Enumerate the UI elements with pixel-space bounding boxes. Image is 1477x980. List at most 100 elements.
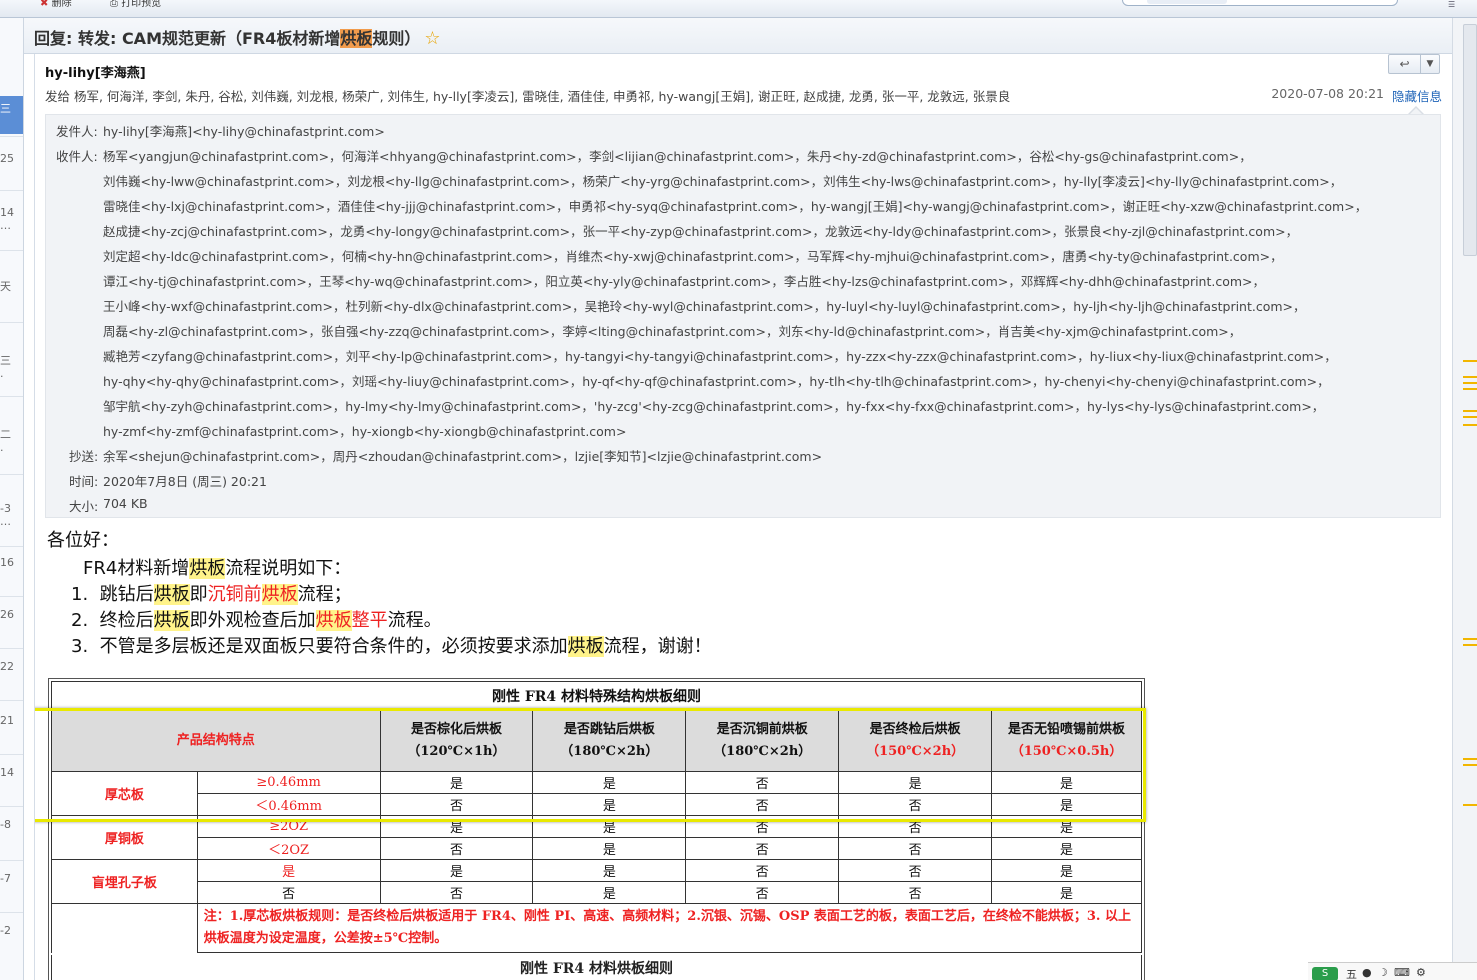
list-item[interactable]: -2: [0, 924, 23, 937]
list-item[interactable]: 三: [0, 96, 23, 134]
search-highlight: 烘板: [315, 610, 352, 631]
chevron-down-icon[interactable]: ▼: [1421, 55, 1439, 73]
from-value[interactable]: hy-lihy[李海燕]<hy-lihy@chinafastprint.com>: [103, 121, 385, 140]
message-list: 三 25 14… 天 三. 二. -3… 16 26 22 21 14 -8 -…: [0, 18, 24, 980]
to-line[interactable]: 周磊<hy-zl@chinafastprint.com>，张自强<hy-zzq@…: [103, 321, 1241, 340]
list-divider: [0, 190, 23, 191]
spec-cell: 是: [196, 859, 381, 882]
to-line[interactable]: 王小峰<hy-wxf@chinafastprint.com>，杜列新<hy-dl…: [103, 296, 1306, 315]
list-item[interactable]: -8: [0, 818, 23, 831]
to-line[interactable]: 赵成捷<hy-zcj@chinafastprint.com>，龙勇<hy-lon…: [103, 221, 1298, 240]
to-line[interactable]: hy-zmf<hy-zmf@chinafastprint.com>，hy-xio…: [103, 421, 626, 440]
time-value: 2020年7月8日 (周三) 20:21: [103, 474, 267, 489]
list-divider: [0, 700, 23, 701]
time-label: 时间:: [69, 474, 99, 489]
to-label: 收件人:: [56, 149, 98, 164]
table-cell: 否: [685, 815, 840, 838]
list-item[interactable]: 三.: [0, 354, 23, 380]
to-line[interactable]: hy-qhy<hy-qhy@chinafastprint.com>，刘瑶<hy-…: [103, 371, 1330, 390]
search-hit-marker: [1463, 638, 1477, 640]
list-item[interactable]: 25: [0, 152, 23, 165]
ime-logo-icon[interactable]: S: [1312, 967, 1338, 980]
to-line[interactable]: 雷晓佳<hy-lxj@chinafastprint.com>，酒佳佳<hy-jj…: [103, 196, 1367, 215]
printer-icon: ⎙: [110, 0, 118, 9]
search-hit-marker: [1463, 388, 1477, 390]
table-cell: 否: [838, 859, 993, 882]
search-input[interactable]: [1122, 0, 1398, 6]
dot-icon[interactable]: ●: [1362, 966, 1372, 979]
table-cell: 是: [838, 771, 993, 794]
bake-rules-table: 刚性 FR4 材料特殊结构烘板细则 产品结构特点 是否棕化后烘板 （120℃×1h…: [51, 681, 1143, 953]
star-icon[interactable]: ☆: [424, 28, 440, 49]
table-cell: 否: [838, 837, 993, 860]
to-line[interactable]: 刘定超<hy-ldc@chinafastprint.com>，何楠<hy-hn@…: [103, 246, 1283, 265]
table-cell: 是: [991, 815, 1142, 838]
subject-bar: 回复: 转发: CAM规范更新（FR4板材新增烘板规则） ☆: [24, 18, 1453, 54]
table-cell: 否: [379, 837, 534, 860]
moon-icon[interactable]: ☽: [1378, 966, 1388, 979]
table-cell: 是: [991, 859, 1142, 882]
list-divider: [0, 474, 23, 475]
list-item[interactable]: 16: [0, 556, 23, 569]
group-label: 厚铜板: [51, 815, 198, 860]
list-divider: [0, 596, 23, 597]
search-hit-marker: [1463, 410, 1477, 412]
group-label: 厚芯板: [51, 771, 198, 816]
table-note: 注：1.厚芯板烘板规则：是否终检后烘板适用于 FR4、刚性 PI、高速、高频材料…: [196, 903, 1143, 953]
list-item[interactable]: 二.: [0, 428, 23, 454]
scroll-thumb[interactable]: [1463, 24, 1477, 256]
gear-icon[interactable]: ⚙: [1416, 966, 1426, 979]
table-cell: 否: [685, 793, 840, 816]
to-line[interactable]: 臧艳芳<zyfang@chinafastprint.com>，刘平<hy-lp@…: [103, 346, 1337, 365]
top-toolbar: ✖ 删除 ⎙ 打印预览 ☰: [0, 0, 1477, 18]
list-divider: [0, 648, 23, 649]
to-line[interactable]: 谭江<hy-tj@chinafastprint.com>，王琴<hy-wq@ch…: [103, 271, 1265, 290]
table-cell: 是: [532, 815, 687, 838]
hide-details-link[interactable]: 隐藏信息: [1392, 86, 1442, 105]
search-hit-marker: [1463, 360, 1477, 362]
menu-icon[interactable]: ☰: [1448, 0, 1472, 9]
list-item[interactable]: 26: [0, 608, 23, 621]
list-item[interactable]: 22: [0, 660, 23, 673]
table-cell: 否: [838, 815, 993, 838]
search-scope-tab[interactable]: [1147, 0, 1227, 4]
list-item[interactable]: 14: [0, 766, 23, 779]
reply-icon[interactable]: ↩: [1389, 55, 1421, 73]
table-cell: 是: [991, 881, 1142, 904]
keyboard-icon[interactable]: ⌨: [1394, 966, 1410, 979]
cc-value[interactable]: 余军<shejun@chinafastprint.com>，周丹<zhoudan…: [103, 446, 822, 465]
table-cell: 否: [685, 771, 840, 794]
note-spacer: [51, 903, 198, 953]
ime-mode[interactable]: 五: [1346, 966, 1357, 980]
list-item[interactable]: -3…: [0, 502, 23, 528]
table-cell: 是: [379, 815, 534, 838]
table-cell: 是: [532, 859, 687, 882]
list-item[interactable]: -7: [0, 872, 23, 885]
list-divider: [0, 912, 23, 913]
table-cell: 否: [838, 881, 993, 904]
recipients-summary: 发给 杨军, 何海洋, 李剑, 朱丹, 谷松, 刘伟巍, 刘龙根, 杨荣广, 刘…: [45, 89, 1011, 104]
to-line[interactable]: 刘伟巍<hy-lww@chinafastprint.com>，刘龙根<hy-ll…: [103, 171, 1342, 190]
list-item-2: 2. 终检后烘板即外观检查后加烘板整平流程。: [71, 610, 442, 631]
search-hit-marker: [1463, 424, 1477, 426]
to-line[interactable]: 杨军<yangjun@chinafastprint.com>，何海洋<hhyan…: [103, 146, 1252, 165]
table-row: 厚芯板 ≥0.46mm 是 是 否 是 是: [51, 771, 1142, 816]
table-row: 厚铜板 ≥2OZ 是 是 否 否 是: [51, 815, 1142, 860]
header-details: 发件人: hy-lihy[李海燕]<hy-lihy@chinafastprint…: [45, 114, 1441, 518]
list-item[interactable]: 14…: [0, 206, 23, 232]
search-hit-marker: [1463, 758, 1477, 760]
list-item[interactable]: 21: [0, 714, 23, 727]
delete-button[interactable]: ✖ 删除: [40, 0, 72, 9]
list-item[interactable]: 天: [0, 280, 23, 293]
sent-datetime: 2020-07-08 20:21: [1271, 86, 1384, 101]
search-highlight: 烘板: [189, 558, 226, 579]
table-header: 是否沉铜前烘板 （180℃×2h）: [685, 709, 840, 772]
scrollbar[interactable]: [1452, 18, 1477, 980]
table-row: ＜0.46mm 否 是 否 否 是: [52, 793, 1142, 816]
ime-tray: S 五 ● ☽ ⌨ ⚙: [1308, 962, 1477, 980]
sender-name[interactable]: hy-lihy[李海燕]: [45, 62, 146, 81]
size-label: 大小:: [69, 499, 99, 514]
to-line[interactable]: 邹宇航<hy-zyh@chinafastprint.com>，hy-lmy<hy…: [103, 396, 1324, 415]
print-preview-button[interactable]: ⎙ 打印预览: [110, 0, 161, 9]
list-divider: [0, 806, 23, 807]
